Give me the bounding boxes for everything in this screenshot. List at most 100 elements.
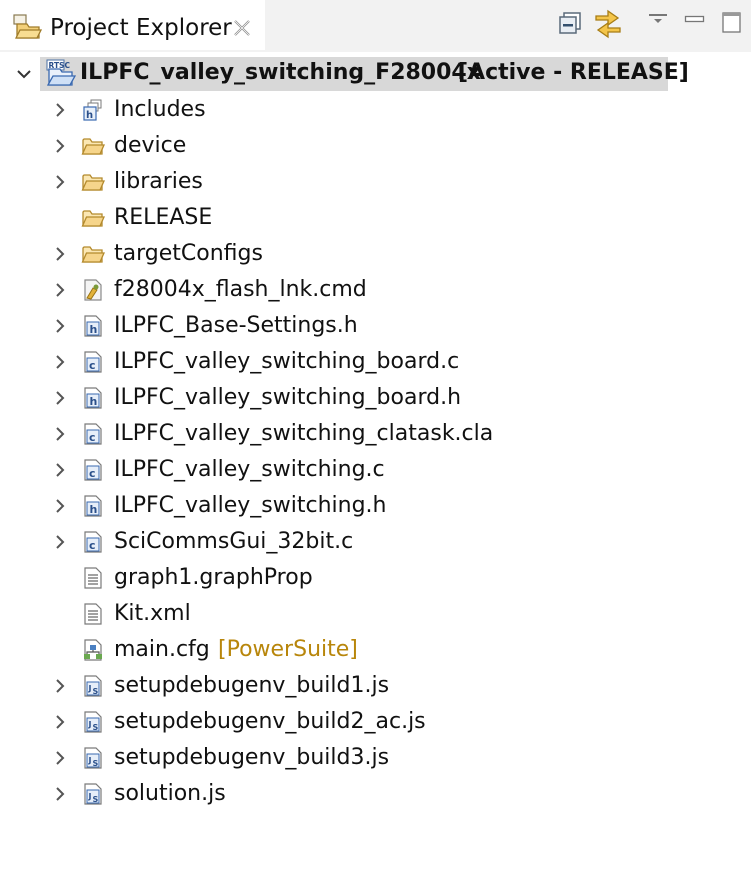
c-file-icon: c — [81, 530, 105, 554]
tree-item[interactable]: RELEASE — [0, 200, 751, 236]
tree-item-label: ILPFC_valley_switching_board.c — [114, 349, 460, 374]
chevron-down-icon[interactable] — [16, 66, 32, 82]
chevron-right-icon[interactable] — [52, 534, 68, 550]
tree-item[interactable]: graph1.graphProp — [0, 560, 751, 596]
svg-text:h: h — [90, 395, 98, 408]
header-file-icon: h — [81, 314, 105, 338]
tree-item[interactable]: c ILPFC_valley_switching_board.c — [0, 344, 751, 380]
js-file-icon: JS — [81, 674, 105, 698]
svg-text:c: c — [89, 431, 96, 444]
project-name: ILPFC_valley_switching_F28004x — [80, 60, 481, 85]
tree-item[interactable]: J S setupdebugenv_build3.js — [0, 740, 751, 776]
tree-item[interactable]: c SciCommsGui_32bit.c — [0, 524, 751, 560]
header-file-icon: h — [81, 494, 105, 518]
link-with-editor-icon[interactable] — [592, 6, 624, 40]
minimize-icon[interactable] — [684, 12, 706, 26]
tree-item[interactable]: h Includes — [0, 92, 751, 128]
chevron-right-icon[interactable] — [52, 138, 68, 154]
tree-item-label: f28004x_flash_lnk.cmd — [114, 277, 367, 302]
tree-item[interactable]: c ILPFC_valley_switching.c — [0, 452, 751, 488]
tree-item-label: Kit.xml — [114, 601, 191, 626]
tree-item-label: graph1.graphProp — [114, 565, 313, 590]
tree-item[interactable]: f28004x_flash_lnk.cmd — [0, 272, 751, 308]
tree-item-label: solution.js — [114, 781, 226, 806]
tree-item-label: RELEASE — [114, 205, 213, 230]
view-menu-icon[interactable] — [648, 12, 668, 26]
tree-item-label: ILPFC_valley_switching.c — [114, 457, 385, 482]
project-status: [Active - RELEASE] — [458, 60, 689, 85]
tree-item-label: main.cfg — [114, 637, 210, 662]
svg-text:h: h — [90, 323, 98, 336]
tree-item-label: ILPFC_Base-Settings.h — [114, 313, 358, 338]
tree-item-label: ILPFC_valley_switching_board.h — [114, 385, 462, 410]
tree-item[interactable]: h ILPFC_valley_switching.h — [0, 488, 751, 524]
tree-item-label: targetConfigs — [114, 241, 263, 266]
tree-item-label: setupdebugenv_build1.js — [114, 673, 390, 698]
tree-item[interactable]: targetConfigs — [0, 236, 751, 272]
svg-text:S: S — [93, 723, 99, 732]
tree-item-label: libraries — [114, 169, 203, 194]
svg-text:J: J — [88, 720, 92, 729]
svg-text:S: S — [93, 795, 99, 804]
label-decoration: [PowerSuite] — [218, 637, 358, 662]
collapse-all-icon[interactable] — [557, 10, 583, 36]
tree-item-label: setupdebugenv_build3.js — [114, 745, 390, 770]
svg-text:S: S — [93, 687, 99, 696]
folder-icon — [81, 134, 106, 158]
tree-item-label: Includes — [114, 97, 206, 122]
tree-item[interactable]: h ILPFC_valley_switching_board.h — [0, 380, 751, 416]
js-file-icon: JS — [81, 710, 105, 734]
folder-icon — [81, 206, 106, 230]
folder-icon — [81, 242, 106, 266]
tree-item[interactable]: h ILPFC_Base-Settings.h — [0, 308, 751, 344]
chevron-right-icon[interactable] — [52, 282, 68, 298]
svg-text:J: J — [88, 792, 92, 801]
project-explorer-icon — [13, 14, 42, 39]
tree-item-label: SciCommsGui_32bit.c — [114, 529, 354, 554]
c-file-icon: c — [81, 350, 105, 374]
js-file-icon: JS — [81, 782, 105, 806]
linker-cmd-icon — [81, 278, 105, 302]
chevron-right-icon[interactable] — [52, 174, 68, 190]
chevron-right-icon[interactable] — [52, 498, 68, 514]
config-file-icon — [81, 638, 105, 662]
chevron-right-icon[interactable] — [52, 678, 68, 694]
tree-item-label: device — [114, 133, 187, 158]
tree-item[interactable]: main.cfg [PowerSuite] — [0, 632, 751, 668]
project-explorer-view: Project Explorer RTSC ILPFC_valley_switc… — [0, 0, 751, 892]
chevron-right-icon[interactable] — [52, 786, 68, 802]
maximize-icon[interactable] — [721, 11, 743, 35]
view-title: Project Explorer — [50, 15, 232, 41]
tree-item[interactable]: J Ssetupdebugenv_build2_ac.js — [0, 704, 751, 740]
tree-item[interactable]: J Ssetupdebugenv_build1.js — [0, 668, 751, 704]
tree-item[interactable]: Kit.xml — [0, 596, 751, 632]
svg-text:c: c — [89, 359, 96, 372]
chevron-right-icon[interactable] — [52, 246, 68, 262]
tree-item-label: ILPFC_valley_switching_clatask.cla — [114, 421, 494, 446]
tree-item[interactable]: c ILPFC_valley_switching_clatask.cla — [0, 416, 751, 452]
chevron-right-icon[interactable] — [52, 462, 68, 478]
text-file-icon — [81, 602, 105, 626]
svg-text:S: S — [93, 759, 99, 768]
close-icon[interactable] — [232, 18, 252, 38]
svg-text:h: h — [90, 503, 98, 516]
tree-row-project-root[interactable]: RTSC ILPFC_valley_switching_F28004x [Act… — [0, 56, 751, 92]
project-explorer-tab[interactable]: Project Explorer — [0, 0, 265, 50]
tree-item-label: setupdebugenv_build2_ac.js — [114, 709, 426, 734]
chevron-right-icon[interactable] — [52, 714, 68, 730]
chevron-right-icon[interactable] — [52, 750, 68, 766]
tree-item[interactable]: J Ssolution.js — [0, 776, 751, 812]
c-file-icon: c — [81, 458, 105, 482]
header-file-icon: h — [81, 386, 105, 410]
chevron-right-icon[interactable] — [52, 354, 68, 370]
chevron-right-icon[interactable] — [52, 426, 68, 442]
text-file-icon — [81, 566, 105, 590]
tree-item[interactable]: device — [0, 128, 751, 164]
chevron-right-icon[interactable] — [52, 390, 68, 406]
includes-icon: h — [81, 98, 105, 122]
chevron-right-icon[interactable] — [52, 318, 68, 334]
chevron-right-icon[interactable] — [52, 102, 68, 118]
js-file-icon: JS — [81, 746, 105, 770]
svg-text:J: J — [88, 684, 92, 693]
tree-item[interactable]: libraries — [0, 164, 751, 200]
